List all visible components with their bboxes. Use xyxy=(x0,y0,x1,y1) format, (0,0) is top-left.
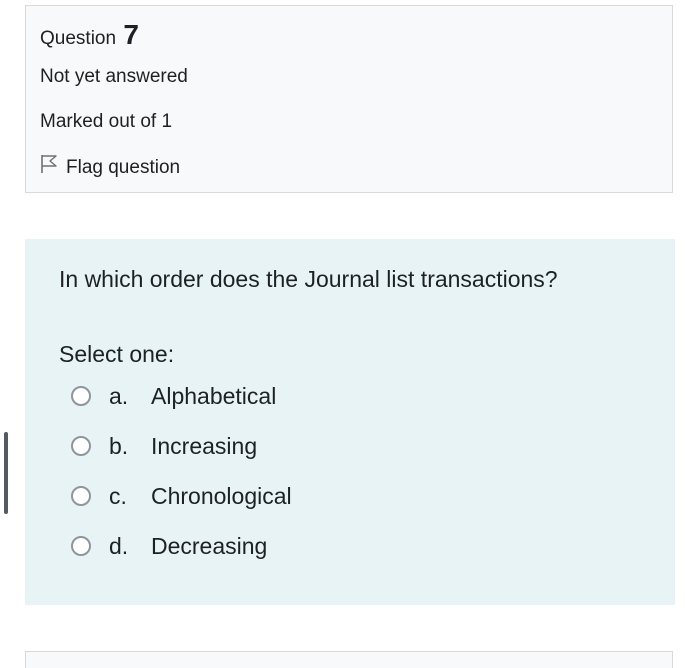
answer-option-d[interactable]: d. Decreasing xyxy=(71,529,267,563)
next-question-panel xyxy=(25,651,673,668)
question-state: Not yet answered xyxy=(40,66,188,87)
question-info-panel: Question 7 Not yet answered Marked out o… xyxy=(25,5,673,193)
question-heading: Question 7 xyxy=(40,20,139,54)
answer-prompt: Select one: xyxy=(59,341,175,367)
quiz-page: Question 7 Not yet answered Marked out o… xyxy=(0,0,700,668)
answer-text: Decreasing xyxy=(151,532,268,559)
radio-unchecked-icon[interactable] xyxy=(71,386,91,406)
flag-icon xyxy=(40,154,66,181)
question-number: 7 xyxy=(123,19,139,50)
flag-question-link[interactable]: Flag question xyxy=(40,154,180,181)
answer-letter: a. xyxy=(109,382,129,409)
flag-question-label: Flag question xyxy=(66,156,181,178)
answer-letter: d. xyxy=(109,532,129,559)
radio-unchecked-icon[interactable] xyxy=(71,486,91,506)
answer-text: Chronological xyxy=(151,482,292,509)
question-grade: Marked out of 1 xyxy=(40,111,173,132)
answer-letter: c. xyxy=(109,482,127,509)
question-text: In which order does the Journal list tra… xyxy=(59,266,558,292)
answer-option-b[interactable]: b. Increasing xyxy=(71,429,257,463)
radio-unchecked-icon[interactable] xyxy=(71,436,91,456)
answer-text: Increasing xyxy=(151,432,258,459)
question-content-panel: In which order does the Journal list tra… xyxy=(25,239,675,605)
answer-option-a[interactable]: a. Alphabetical xyxy=(71,379,276,413)
question-label: Question xyxy=(40,28,117,49)
scroll-indicator[interactable] xyxy=(4,432,8,514)
answer-text: Alphabetical xyxy=(151,382,277,409)
radio-unchecked-icon[interactable] xyxy=(71,536,91,556)
answer-option-c[interactable]: c. Chronological xyxy=(71,479,292,513)
answer-letter: b. xyxy=(109,432,129,459)
